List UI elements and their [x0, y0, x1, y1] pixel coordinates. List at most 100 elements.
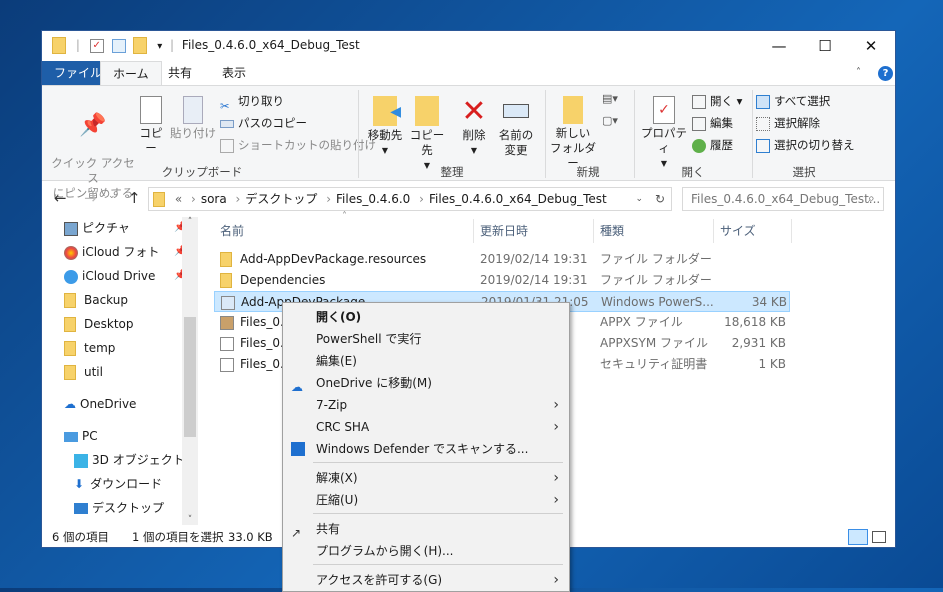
nav-item-desktop[interactable]: デスクトップ	[74, 497, 164, 519]
breadcrumb-files[interactable]: Files_0.4.6.0	[336, 192, 410, 206]
nav-item-util[interactable]: util	[64, 361, 103, 383]
new-folder-icon[interactable]	[133, 37, 148, 54]
recent-locations-button[interactable]: ⌄	[108, 191, 116, 201]
scroll-down-icon[interactable]: ˅	[182, 515, 198, 525]
rename-button[interactable]: 名前の 変更	[494, 96, 538, 158]
new-item-icon[interactable]: ▤▾	[602, 92, 618, 105]
properties-icon[interactable]: ✓	[89, 38, 104, 53]
up-button[interactable]: ↑	[128, 189, 141, 207]
nav-item-temp[interactable]: temp	[64, 337, 115, 359]
nav-item-onedrive[interactable]: ☁ OneDrive	[64, 393, 136, 415]
nav-label: Backup	[84, 293, 128, 307]
breadcrumb-sora[interactable]: sora	[201, 192, 227, 206]
file-date: 2019/02/14 19:31	[480, 252, 588, 266]
help-icon[interactable]: ?	[878, 66, 893, 81]
minimize-button[interactable]: —	[756, 31, 802, 61]
large-icons-view-button[interactable]	[872, 531, 886, 543]
nav-item-desktop-folder[interactable]: Desktop	[64, 313, 134, 335]
menu-label: OneDrive に移動(M)	[316, 376, 432, 390]
menu-item-open[interactable]: 開く(O)	[283, 306, 569, 328]
cut-button[interactable]: ✂ 切り取り	[220, 90, 284, 113]
share-icon: ↗	[291, 526, 302, 540]
tab-view[interactable]: 表示	[210, 61, 258, 85]
invert-selection-button[interactable]: 選択の切り替え	[756, 134, 855, 156]
column-size[interactable]: サイズ	[714, 219, 792, 243]
new-folder-button[interactable]: 新しい フォルダー	[548, 96, 598, 171]
delete-button[interactable]: ✕ 削除 ▼	[456, 96, 492, 158]
back-button[interactable]: ←	[54, 189, 67, 207]
move-label: 移動先	[367, 128, 403, 142]
nav-item-icloud-drive[interactable]: iCloud Drive 📌	[64, 265, 186, 287]
column-name[interactable]: 名前	[214, 219, 474, 243]
scrollbar-thumb[interactable]	[184, 317, 196, 437]
paste-button[interactable]: 貼り付け	[170, 96, 216, 141]
details-view-button[interactable]	[848, 529, 868, 545]
submenu-arrow-icon: ›	[553, 470, 559, 486]
close-button[interactable]: ✕	[848, 31, 894, 61]
onedrive-icon: ☁	[64, 397, 76, 411]
search-input[interactable]: Files_0.4.6.0_x64_Debug_Test...	[682, 187, 884, 211]
group-organize: 整理	[440, 165, 464, 179]
menu-item-share[interactable]: ↗ 共有	[283, 518, 569, 540]
scroll-up-icon[interactable]: ˄	[182, 217, 198, 227]
move-to-button[interactable]: ◀ 移動先 ▼	[364, 96, 406, 158]
nav-scrollbar[interactable]: ˄ ˅	[182, 217, 198, 525]
nav-item-backup[interactable]: Backup	[64, 289, 128, 311]
nav-label: Desktop	[84, 317, 134, 331]
column-type[interactable]: 種類	[594, 219, 714, 243]
menu-label: 編集(E)	[316, 354, 357, 368]
menu-item-edit[interactable]: 編集(E)	[283, 350, 569, 372]
nav-item-downloads[interactable]: ⬇ ダウンロード	[74, 473, 162, 495]
nav-item-pictures[interactable]: ピクチャ 📌	[64, 217, 186, 239]
nav-item-pc[interactable]: PC	[64, 425, 98, 447]
open-button[interactable]: 開く ▾	[692, 90, 742, 112]
menu-item-run-powershell[interactable]: PowerShell で実行	[283, 328, 569, 350]
menu-item-extract[interactable]: 解凍(X) ›	[283, 467, 569, 489]
3d-objects-icon	[74, 453, 88, 468]
file-date: 2019/02/14 19:31	[480, 273, 588, 287]
pin-quick-access-button[interactable]: 📌 クイック アクセス にピン留めする	[48, 96, 138, 201]
search-icon: ⌕	[868, 191, 875, 205]
file-row[interactable]: Dependencies 2019/02/14 19:31 ファイル フォルダー	[214, 270, 790, 291]
paste-shortcut-button[interactable]: ショートカットの貼り付け	[220, 134, 376, 156]
breadcrumb-current[interactable]: Files_0.4.6.0_x64_Debug_Test	[429, 192, 607, 206]
menu-label: プログラムから開く(H)...	[316, 544, 454, 558]
select-all-button[interactable]: すべて選択	[756, 90, 830, 112]
appx-file-icon	[220, 315, 234, 330]
address-bar[interactable]: « › sora › デスクトップ › Files_0.4.6.0 › Files_0.…	[148, 187, 672, 211]
column-date[interactable]: 更新日時	[474, 219, 594, 243]
rename-icon	[503, 104, 529, 118]
edit-button[interactable]: 編集	[692, 112, 733, 134]
select-none-button[interactable]: 選択解除	[756, 112, 820, 134]
history-button[interactable]: 履歴	[692, 134, 733, 156]
menu-item-compress[interactable]: 圧縮(U) ›	[283, 489, 569, 511]
nav-item-3d-objects[interactable]: 3D オブジェクト	[74, 449, 185, 471]
easy-access-icon[interactable]: ▢▾	[602, 114, 618, 127]
collapse-ribbon-icon[interactable]: ˄	[856, 67, 861, 78]
menu-item-7zip[interactable]: 7-Zip ›	[283, 394, 569, 416]
clipboard-icon[interactable]	[111, 38, 126, 53]
address-dropdown-icon[interactable]: ⌄	[635, 188, 643, 210]
copy-path-button[interactable]: パスのコピー	[220, 112, 307, 134]
menu-item-move-to-onedrive[interactable]: ☁ OneDrive に移動(M)	[283, 372, 569, 394]
copy-button[interactable]: コピー	[134, 96, 168, 156]
nav-item-icloud-photos[interactable]: iCloud フォト 📌	[64, 241, 186, 263]
menu-item-open-with[interactable]: プログラムから開く(H)...	[283, 540, 569, 562]
defender-shield-icon	[291, 442, 305, 456]
breadcrumb-desktop[interactable]: デスクトップ	[245, 192, 317, 206]
properties-button[interactable]: ✓ プロパティ ▼	[638, 96, 690, 171]
copy-to-button[interactable]: コピー先 ▼	[406, 96, 448, 173]
tab-home[interactable]: ホーム	[100, 61, 162, 86]
breadcrumb-overflow[interactable]: «	[175, 192, 182, 206]
file-row[interactable]: Add-AppDevPackage.resources 2019/02/14 19…	[214, 249, 790, 270]
refresh-icon[interactable]: ↻	[655, 188, 665, 210]
customize-dropdown-icon[interactable]: ▾	[157, 41, 162, 52]
forward-button[interactable]: →	[84, 189, 97, 207]
menu-item-scan-defender[interactable]: Windows Defender でスキャンする...	[283, 438, 569, 460]
tab-share[interactable]: 共有	[156, 61, 204, 85]
menu-item-crc-sha[interactable]: CRC SHA ›	[283, 416, 569, 438]
file-size: 34 KB	[751, 295, 787, 309]
menu-label: 共有	[316, 522, 341, 536]
maximize-button[interactable]: ☐	[802, 31, 848, 61]
rename-label: 名前の 変更	[498, 128, 534, 157]
